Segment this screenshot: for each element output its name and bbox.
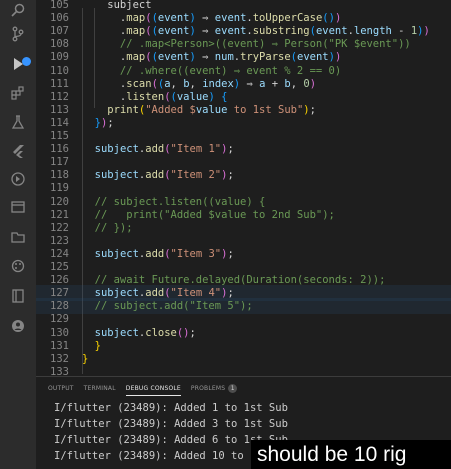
remote-icon[interactable] <box>10 199 26 215</box>
console-line: I/flutter (23489): Added 1 to 1st Sub <box>54 402 288 414</box>
source-control-icon[interactable] <box>10 26 26 42</box>
code-line: 133 <box>36 364 451 376</box>
tab-label: TERMINAL <box>83 385 116 392</box>
test-flask-icon[interactable] <box>10 114 26 130</box>
book-icon[interactable] <box>10 288 26 304</box>
tab-label: OUTPUT <box>48 385 74 392</box>
problems-count-badge: 1 <box>228 384 238 393</box>
tab-problems[interactable]: PROBLEMS 1 <box>190 384 238 396</box>
panel-tabs: OUTPUT TERMINAL DEBUG CONSOLE PROBLEMS 1 <box>48 382 238 398</box>
account-icon[interactable] <box>10 318 26 334</box>
console-line: I/flutter (23489): Added 3 to 1st Sub <box>54 418 288 430</box>
line-number: 133 <box>50 365 69 376</box>
tab-label: DEBUG CONSOLE <box>125 384 181 392</box>
tab-label: PROBLEMS <box>190 385 226 392</box>
code-editor[interactable]: 105 subject 106 .map((event) ⇒ event.toUp… <box>36 0 451 376</box>
tab-terminal[interactable]: TERMINAL <box>84 385 116 395</box>
video-caption: should be 10 rig <box>251 440 451 469</box>
flutter-icon[interactable] <box>10 143 26 159</box>
folder-icon[interactable] <box>10 229 26 245</box>
search-icon[interactable] <box>10 2 26 18</box>
timeline-icon[interactable] <box>10 171 26 187</box>
extensions-icon[interactable] <box>10 85 26 101</box>
vscode-window: 105 subject 106 .map((event) ⇒ event.toUp… <box>0 0 451 469</box>
activity-bar <box>0 0 36 469</box>
paint-icon[interactable] <box>10 258 26 274</box>
tab-output[interactable]: OUTPUT <box>48 385 74 395</box>
debug-badge <box>22 57 31 66</box>
tab-debug-console[interactable]: DEBUG CONSOLE <box>125 384 181 396</box>
